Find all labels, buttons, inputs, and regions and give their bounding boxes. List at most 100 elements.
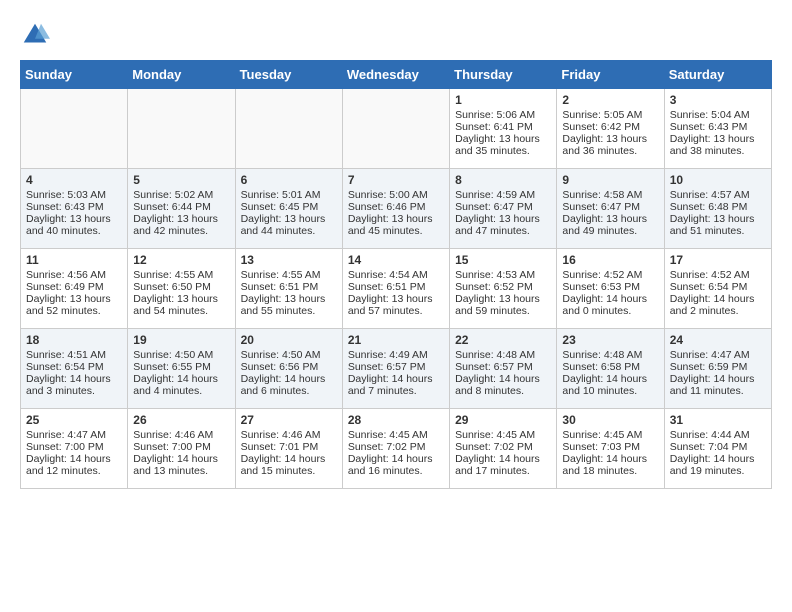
sunset-text: Sunset: 6:58 PM [562, 361, 658, 373]
sunrise-text: Sunrise: 4:56 AM [26, 269, 122, 281]
sunrise-text: Sunrise: 4:53 AM [455, 269, 551, 281]
sunset-text: Sunset: 6:46 PM [348, 201, 444, 213]
day-number: 29 [455, 413, 551, 427]
sunset-text: Sunset: 6:51 PM [348, 281, 444, 293]
sunrise-text: Sunrise: 4:45 AM [562, 429, 658, 441]
header-day-friday: Friday [557, 61, 664, 89]
day-number: 15 [455, 253, 551, 267]
calendar-cell: 8Sunrise: 4:59 AMSunset: 6:47 PMDaylight… [450, 169, 557, 249]
calendar-cell: 22Sunrise: 4:48 AMSunset: 6:57 PMDayligh… [450, 329, 557, 409]
page-header [20, 20, 772, 50]
sunrise-text: Sunrise: 4:48 AM [562, 349, 658, 361]
daylight-text: Daylight: 13 hours and 42 minutes. [133, 213, 229, 237]
calendar-cell: 3Sunrise: 5:04 AMSunset: 6:43 PMDaylight… [664, 89, 771, 169]
sunrise-text: Sunrise: 4:45 AM [348, 429, 444, 441]
sunset-text: Sunset: 7:03 PM [562, 441, 658, 453]
calendar-cell: 12Sunrise: 4:55 AMSunset: 6:50 PMDayligh… [128, 249, 235, 329]
sunrise-text: Sunrise: 4:44 AM [670, 429, 766, 441]
day-number: 1 [455, 93, 551, 107]
sunset-text: Sunset: 6:44 PM [133, 201, 229, 213]
calendar-cell: 11Sunrise: 4:56 AMSunset: 6:49 PMDayligh… [21, 249, 128, 329]
calendar-cell: 21Sunrise: 4:49 AMSunset: 6:57 PMDayligh… [342, 329, 449, 409]
logo [20, 20, 54, 50]
sunset-text: Sunset: 6:43 PM [670, 121, 766, 133]
sunset-text: Sunset: 6:52 PM [455, 281, 551, 293]
calendar-cell: 31Sunrise: 4:44 AMSunset: 7:04 PMDayligh… [664, 409, 771, 489]
daylight-text: Daylight: 13 hours and 36 minutes. [562, 133, 658, 157]
sunset-text: Sunset: 7:01 PM [241, 441, 337, 453]
calendar-week-1: 4Sunrise: 5:03 AMSunset: 6:43 PMDaylight… [21, 169, 772, 249]
daylight-text: Daylight: 14 hours and 6 minutes. [241, 373, 337, 397]
daylight-text: Daylight: 14 hours and 3 minutes. [26, 373, 122, 397]
sunrise-text: Sunrise: 5:01 AM [241, 189, 337, 201]
daylight-text: Daylight: 14 hours and 2 minutes. [670, 293, 766, 317]
header-day-sunday: Sunday [21, 61, 128, 89]
sunset-text: Sunset: 6:49 PM [26, 281, 122, 293]
sunset-text: Sunset: 7:02 PM [455, 441, 551, 453]
daylight-text: Daylight: 13 hours and 44 minutes. [241, 213, 337, 237]
daylight-text: Daylight: 14 hours and 7 minutes. [348, 373, 444, 397]
calendar-cell: 15Sunrise: 4:53 AMSunset: 6:52 PMDayligh… [450, 249, 557, 329]
day-number: 28 [348, 413, 444, 427]
day-number: 25 [26, 413, 122, 427]
sunrise-text: Sunrise: 4:45 AM [455, 429, 551, 441]
calendar-header: SundayMondayTuesdayWednesdayThursdayFrid… [21, 61, 772, 89]
sunrise-text: Sunrise: 5:00 AM [348, 189, 444, 201]
day-number: 13 [241, 253, 337, 267]
sunset-text: Sunset: 6:43 PM [26, 201, 122, 213]
day-number: 18 [26, 333, 122, 347]
header-day-wednesday: Wednesday [342, 61, 449, 89]
day-number: 19 [133, 333, 229, 347]
calendar-cell: 25Sunrise: 4:47 AMSunset: 7:00 PMDayligh… [21, 409, 128, 489]
sunrise-text: Sunrise: 4:46 AM [241, 429, 337, 441]
calendar-cell [21, 89, 128, 169]
sunrise-text: Sunrise: 5:02 AM [133, 189, 229, 201]
day-number: 14 [348, 253, 444, 267]
calendar-cell: 27Sunrise: 4:46 AMSunset: 7:01 PMDayligh… [235, 409, 342, 489]
sunset-text: Sunset: 6:48 PM [670, 201, 766, 213]
calendar-cell: 7Sunrise: 5:00 AMSunset: 6:46 PMDaylight… [342, 169, 449, 249]
day-number: 6 [241, 173, 337, 187]
sunset-text: Sunset: 6:41 PM [455, 121, 551, 133]
sunset-text: Sunset: 6:47 PM [562, 201, 658, 213]
calendar-cell: 18Sunrise: 4:51 AMSunset: 6:54 PMDayligh… [21, 329, 128, 409]
sunset-text: Sunset: 6:57 PM [348, 361, 444, 373]
calendar-cell: 28Sunrise: 4:45 AMSunset: 7:02 PMDayligh… [342, 409, 449, 489]
daylight-text: Daylight: 14 hours and 16 minutes. [348, 453, 444, 477]
daylight-text: Daylight: 14 hours and 19 minutes. [670, 453, 766, 477]
sunrise-text: Sunrise: 4:50 AM [133, 349, 229, 361]
day-number: 8 [455, 173, 551, 187]
calendar-cell: 26Sunrise: 4:46 AMSunset: 7:00 PMDayligh… [128, 409, 235, 489]
daylight-text: Daylight: 13 hours and 47 minutes. [455, 213, 551, 237]
calendar-cell: 19Sunrise: 4:50 AMSunset: 6:55 PMDayligh… [128, 329, 235, 409]
calendar-cell: 13Sunrise: 4:55 AMSunset: 6:51 PMDayligh… [235, 249, 342, 329]
calendar-cell: 30Sunrise: 4:45 AMSunset: 7:03 PMDayligh… [557, 409, 664, 489]
calendar-cell: 17Sunrise: 4:52 AMSunset: 6:54 PMDayligh… [664, 249, 771, 329]
sunset-text: Sunset: 7:04 PM [670, 441, 766, 453]
daylight-text: Daylight: 13 hours and 54 minutes. [133, 293, 229, 317]
day-number: 7 [348, 173, 444, 187]
calendar-week-0: 1 Sunrise: 5:06 AMSunset: 6:41 PM Daylight… [21, 89, 772, 169]
header-day-monday: Monday [128, 61, 235, 89]
calendar-cell: 10Sunrise: 4:57 AMSunset: 6:48 PMDayligh… [664, 169, 771, 249]
sunrise-text: Sunrise: 4:47 AM [26, 429, 122, 441]
daylight-text: Daylight: 14 hours and 18 minutes. [562, 453, 658, 477]
daylight-text: Daylight: 14 hours and 8 minutes. [455, 373, 551, 397]
sunset-text: Sunset: 6:54 PM [670, 281, 766, 293]
sunrise-text: Sunrise: 5:06 AM [455, 109, 551, 121]
header-day-tuesday: Tuesday [235, 61, 342, 89]
day-number: 21 [348, 333, 444, 347]
sunrise-text: Sunrise: 4:59 AM [455, 189, 551, 201]
daylight-text: Daylight: 14 hours and 0 minutes. [562, 293, 658, 317]
day-number: 11 [26, 253, 122, 267]
calendar-cell: 2Sunrise: 5:05 AMSunset: 6:42 PMDaylight… [557, 89, 664, 169]
day-number: 4 [26, 173, 122, 187]
logo-icon [20, 20, 50, 50]
sunrise-text: Sunrise: 4:47 AM [670, 349, 766, 361]
sunrise-text: Sunrise: 4:48 AM [455, 349, 551, 361]
calendar-cell [342, 89, 449, 169]
daylight-text: Daylight: 13 hours and 55 minutes. [241, 293, 337, 317]
day-number: 3 [670, 93, 766, 107]
day-number: 9 [562, 173, 658, 187]
header-row: SundayMondayTuesdayWednesdayThursdayFrid… [21, 61, 772, 89]
